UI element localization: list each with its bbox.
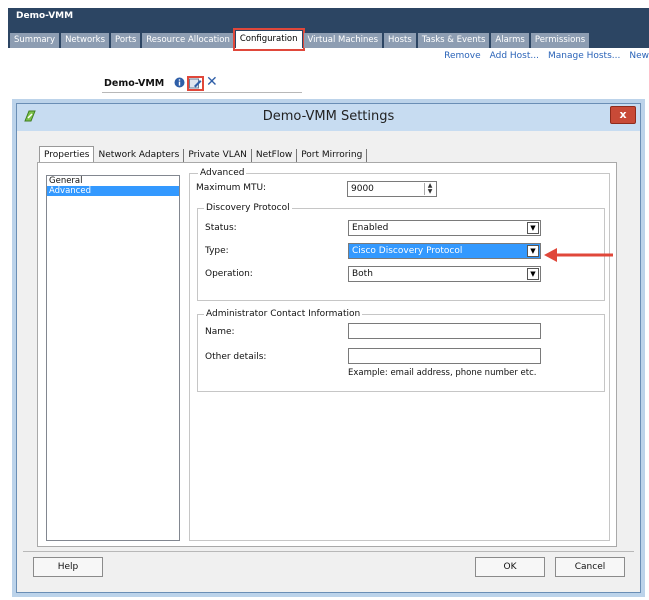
background-header: Demo-VMM Summary Networks Ports Resource… xyxy=(8,8,649,51)
tab-netflow[interactable]: NetFlow xyxy=(252,149,298,163)
tab-network-adapters[interactable]: Network Adapters xyxy=(94,149,185,163)
switch-name: Demo-VMM xyxy=(104,78,165,89)
operation-select[interactable]: Both ▼ xyxy=(348,266,541,282)
properties-panel: General Advanced Advanced Maximum MTU: 9… xyxy=(37,162,617,547)
tab-properties[interactable]: Properties xyxy=(39,146,95,163)
mtu-label: Maximum MTU: xyxy=(196,183,267,193)
annotation-arrow-icon xyxy=(544,248,613,262)
tab-configuration[interactable]: Configuration xyxy=(232,28,305,51)
other-details-input[interactable] xyxy=(348,348,541,364)
nav-item-advanced[interactable]: Advanced xyxy=(47,186,179,196)
status-select[interactable]: Enabled ▼ xyxy=(348,220,541,236)
contact-hint: Example: email address, phone number etc… xyxy=(348,368,537,378)
app-title: Demo-VMM xyxy=(16,11,74,21)
type-label: Type: xyxy=(205,246,229,256)
spinner-arrows-icon[interactable]: ▲ ▼ xyxy=(424,183,435,195)
new-link[interactable]: New xyxy=(629,51,649,61)
operation-label: Operation: xyxy=(205,269,253,279)
manage-hosts-link[interactable]: Manage Hosts... xyxy=(548,51,620,61)
operation-value: Both xyxy=(352,269,373,279)
mtu-spinner[interactable]: 9000 ▲ ▼ xyxy=(347,181,437,197)
dialog-tabs: Properties Network Adapters Private VLAN… xyxy=(39,146,368,163)
scroll-tick xyxy=(14,440,15,446)
mtu-value: 9000 xyxy=(351,184,374,194)
advanced-section: Advanced Maximum MTU: 9000 ▲ ▼ Discovery … xyxy=(189,168,610,541)
chevron-down-icon[interactable]: ▼ xyxy=(527,245,539,257)
cancel-button[interactable]: Cancel xyxy=(555,557,625,577)
advanced-legend: Advanced xyxy=(198,168,247,178)
dialog-titlebar[interactable]: Demo-VMM Settings x xyxy=(17,104,640,131)
settings-dialog: Demo-VMM Settings x Properties Network A… xyxy=(16,103,641,593)
background-tabs: Summary Networks Ports Resource Allocati… xyxy=(10,28,591,51)
nav-item-general[interactable]: General xyxy=(47,176,179,186)
add-host-link[interactable]: Add Host... xyxy=(490,51,539,61)
settings-nav-list: General Advanced xyxy=(46,175,180,541)
tab-tasks-events[interactable]: Tasks & Events xyxy=(417,33,490,48)
other-details-label: Other details: xyxy=(205,352,267,362)
remove-link[interactable]: Remove xyxy=(444,51,481,61)
scroll-tick xyxy=(14,400,15,406)
contact-name-input[interactable] xyxy=(348,323,541,339)
status-label: Status: xyxy=(205,223,237,233)
tab-hosts[interactable]: Hosts xyxy=(384,33,416,48)
tab-port-mirroring[interactable]: Port Mirroring xyxy=(297,149,368,163)
help-button[interactable]: Help xyxy=(33,557,103,577)
tab-networks[interactable]: Networks xyxy=(61,33,109,48)
status-value: Enabled xyxy=(352,223,389,233)
remove-icon[interactable]: ✕ xyxy=(206,74,218,90)
tab-private-vlan[interactable]: Private VLAN xyxy=(184,149,252,163)
tab-summary[interactable]: Summary xyxy=(10,33,60,48)
info-icon[interactable] xyxy=(174,77,185,88)
name-label: Name: xyxy=(205,327,235,337)
admin-contact-legend: Administrator Contact Information xyxy=(204,309,363,319)
tab-permissions[interactable]: Permissions xyxy=(530,33,590,48)
tab-alarms[interactable]: Alarms xyxy=(491,33,529,48)
type-value: Cisco Discovery Protocol xyxy=(352,246,463,256)
scroll-tick xyxy=(14,480,15,486)
divider xyxy=(102,92,302,93)
close-button[interactable]: x xyxy=(610,106,636,124)
background-actions: Remove Add Host... Manage Hosts... New xyxy=(444,51,649,61)
dialog-title: Demo-VMM Settings xyxy=(262,109,395,124)
edit-settings-icon[interactable] xyxy=(187,76,204,91)
footer-divider xyxy=(23,551,634,552)
discovery-legend: Discovery Protocol xyxy=(204,203,292,213)
chevron-down-icon[interactable]: ▼ xyxy=(527,222,539,234)
chevron-down-icon[interactable]: ▼ xyxy=(527,268,539,280)
ok-button[interactable]: OK xyxy=(475,557,545,577)
type-select[interactable]: Cisco Discovery Protocol ▼ xyxy=(348,243,541,259)
tab-ports[interactable]: Ports xyxy=(111,33,141,48)
tab-resource-allocation[interactable]: Resource Allocation xyxy=(142,33,234,48)
tab-virtual-machines[interactable]: Virtual Machines xyxy=(303,33,383,48)
admin-contact-group: Administrator Contact Information Name: … xyxy=(197,309,605,392)
